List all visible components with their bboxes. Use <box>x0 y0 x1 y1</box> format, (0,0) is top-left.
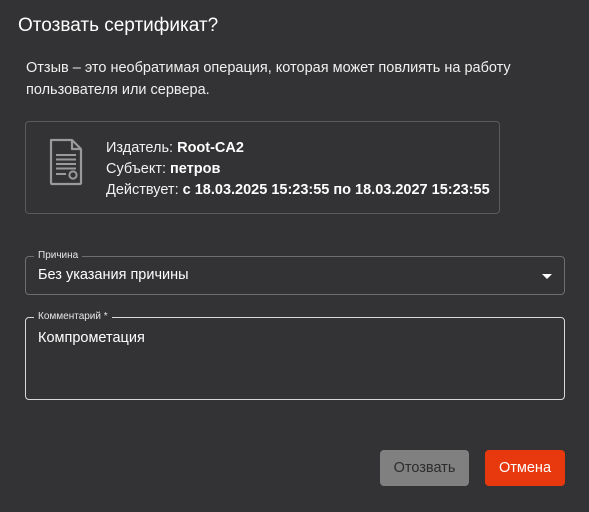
certificate-subject: Субъект: петров <box>106 159 490 180</box>
reason-value: Без указания причины <box>38 267 189 283</box>
validity-value: с 18.03.2025 15:23:55 по 18.03.2027 15:2… <box>182 182 490 198</box>
validity-label: Действует: <box>106 182 183 198</box>
revoke-button[interactable]: Отозвать <box>380 450 469 486</box>
certificate-details: Издатель: Root-CA2 Субъект: петров Дейст… <box>106 138 490 201</box>
comment-textarea[interactable]: Комментарий * Компрометация <box>25 311 565 400</box>
issuer-label: Издатель: <box>106 140 178 156</box>
reason-select[interactable]: Причина Без указания причины <box>25 250 565 295</box>
chevron-down-icon[interactable] <box>542 274 552 279</box>
comment-label: Комментарий * <box>34 311 112 323</box>
cancel-button[interactable]: Отмена <box>485 450 565 486</box>
dialog-description: Отзыв – это необратимая операция, котора… <box>26 60 511 98</box>
certificate-issuer: Издатель: Root-CA2 <box>106 138 490 159</box>
reason-label: Причина <box>34 250 83 262</box>
dialog-title: Отозвать сертификат? <box>18 15 219 36</box>
issuer-value: Root-CA2 <box>177 140 244 156</box>
subject-label: Субъект: <box>106 161 171 177</box>
subject-value: петров <box>170 161 221 177</box>
comment-value[interactable]: Компрометация <box>38 330 145 346</box>
certificate-card: Издатель: Root-CA2 Субъект: петров Дейст… <box>25 121 500 214</box>
certificate-document-icon <box>49 138 83 186</box>
revoke-certificate-dialog: Отозвать сертификат? Отзыв – это необрат… <box>0 0 589 512</box>
certificate-validity: Действует: с 18.03.2025 15:23:55 по 18.0… <box>106 180 490 201</box>
